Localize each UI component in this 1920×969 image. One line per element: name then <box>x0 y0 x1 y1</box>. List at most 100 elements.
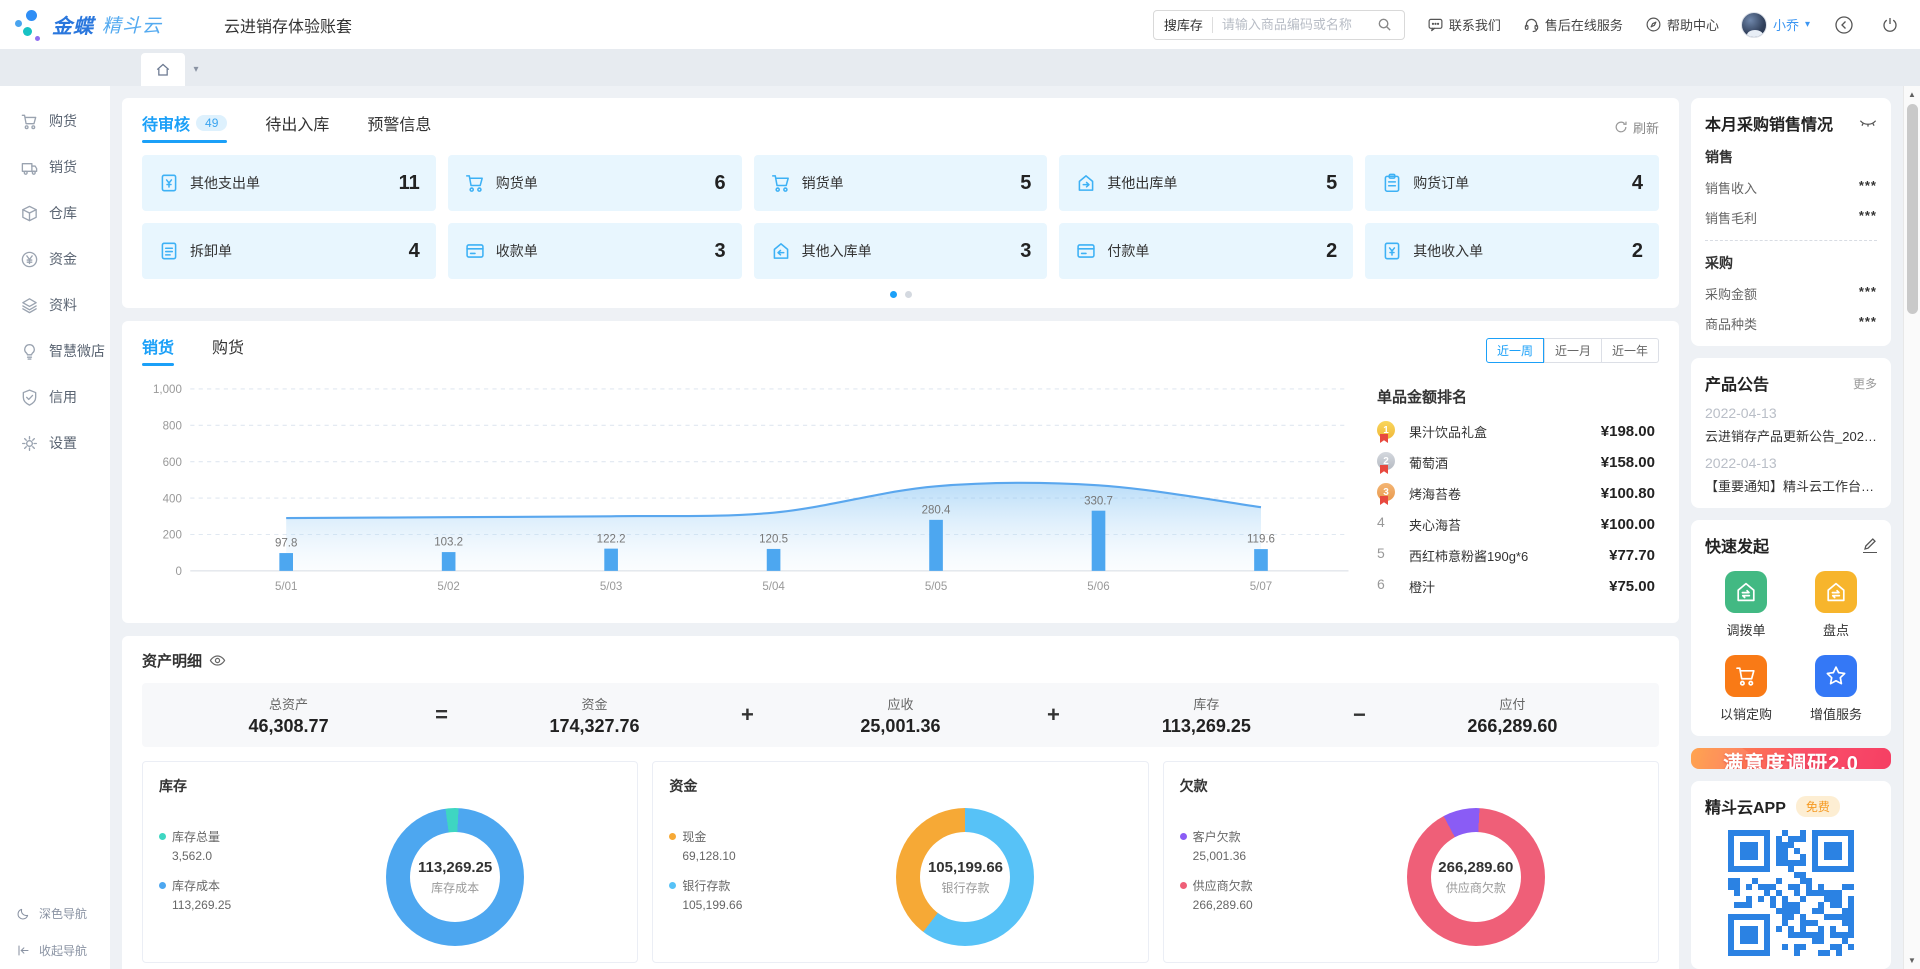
quick-action-增值服务[interactable]: 增值服务 <box>1810 655 1862 723</box>
range-button-近一月[interactable]: 近一月 <box>1544 338 1602 363</box>
quick-action-以销定购[interactable]: 以销定购 <box>1720 655 1772 723</box>
sidebar-item-信用[interactable]: 信用 <box>0 374 110 420</box>
sidebar-item-资金[interactable]: 资金 <box>0 236 110 282</box>
sidebar-item-销货[interactable]: 销货 <box>0 144 110 190</box>
inventory-search[interactable]: 搜库存 <box>1153 10 1405 40</box>
notices-more-link[interactable]: 更多 <box>1853 375 1877 392</box>
summary-总资产: 总资产46,308.77 <box>224 694 354 737</box>
pending-card-其他收入单[interactable]: 其他收入单2 <box>1365 223 1659 279</box>
legend-label: 库存成本 <box>172 877 220 894</box>
pending-card-拆卸单[interactable]: 拆卸单4 <box>142 223 436 279</box>
svg-text:5/07: 5/07 <box>1250 581 1272 593</box>
home-tab[interactable] <box>141 53 185 86</box>
monthly-row-商品种类: 商品种类*** <box>1705 314 1877 333</box>
header-link-3[interactable]: 帮助中心 <box>1645 15 1719 34</box>
doc-icon <box>158 240 180 262</box>
pending-card-购货订单[interactable]: 购货订单4 <box>1365 155 1659 211</box>
tab-预警信息[interactable]: 预警信息 <box>367 111 431 143</box>
user-menu[interactable]: 小乔 ▾ <box>1741 12 1810 38</box>
search-icon[interactable] <box>1376 16 1394 34</box>
edit-pencil-icon[interactable] <box>1863 537 1877 553</box>
scroll-down-icon[interactable]: ▼ <box>1904 952 1920 969</box>
quick-action-调拨单[interactable]: 调拨单 <box>1725 571 1767 639</box>
quick-action-盘点[interactable]: 盘点 <box>1815 571 1857 639</box>
pending-card-count: 2 <box>1632 240 1643 263</box>
donut-chart-库存[interactable]: 113,269.25库存成本 <box>386 808 524 946</box>
sidebar-footer-收起导航[interactable]: 收起导航 <box>0 932 110 969</box>
ranking-row[interactable]: 3烤海苔卷¥100.80 <box>1377 483 1655 503</box>
ranking-row[interactable]: 1果汁饮品礼盒¥198.00 <box>1377 421 1655 441</box>
pending-card-count: 2 <box>1326 240 1337 263</box>
cart-icon <box>1725 655 1767 697</box>
tab-销货[interactable]: 销货 <box>142 334 174 366</box>
donut-center: 113,269.25库存成本 <box>386 808 524 946</box>
range-button-近一年[interactable]: 近一年 <box>1602 338 1659 363</box>
pending-card-其他支出单[interactable]: 其他支出单11 <box>142 155 436 211</box>
bulb-icon <box>20 342 39 361</box>
donut-center-label: 供应商欠款 <box>1446 879 1506 896</box>
sidebar-item-仓库[interactable]: 仓库 <box>0 190 110 236</box>
pending-card-销货单[interactable]: 销货单5 <box>754 155 1048 211</box>
collapse-icon <box>16 943 31 958</box>
sidebar-item-智慧微店[interactable]: 智慧微店 <box>0 328 110 374</box>
legend-item: 客户欠款25,001.36 <box>1180 828 1310 863</box>
app-logo[interactable]: 金蝶 精斗云 <box>14 8 162 42</box>
svg-text:280.4: 280.4 <box>922 504 951 516</box>
tab-待出入库[interactable]: 待出入库 <box>265 111 329 143</box>
sidebar-item-购货[interactable]: 购货 <box>0 98 110 144</box>
app-qr-code <box>1705 830 1877 956</box>
page-dot-1[interactable] <box>890 291 897 298</box>
quick-actions-title: 快速发起 <box>1705 533 1769 557</box>
back-icon[interactable] <box>1832 13 1856 37</box>
pending-card-收款单[interactable]: 收款单3 <box>448 223 742 279</box>
range-button-近一周[interactable]: 近一周 <box>1486 338 1544 363</box>
ranking-item-amount: ¥77.70 <box>1609 547 1655 564</box>
sidebar-item-设置[interactable]: 设置 <box>0 420 110 466</box>
ranking-row[interactable]: 4夹心海苔¥100.00 <box>1377 514 1655 534</box>
legend-dot <box>669 882 676 889</box>
pending-card-count: 5 <box>1020 172 1031 195</box>
ranking-row[interactable]: 5西红柿意粉酱190g*6¥77.70 <box>1377 545 1655 565</box>
monthly-row-label: 销售收入 <box>1705 178 1757 197</box>
header-link-1[interactable]: 联系我们 <box>1427 15 1501 34</box>
page-scrollbar[interactable]: ▲ ▼ <box>1903 86 1920 969</box>
pending-card-其他入库单[interactable]: 其他入库单3 <box>754 223 1048 279</box>
scroll-up-icon[interactable]: ▲ <box>1904 86 1920 103</box>
avatar[interactable] <box>1741 12 1767 38</box>
house-swap-icon <box>1815 571 1857 613</box>
svg-text:103.2: 103.2 <box>434 537 463 549</box>
donut-chart-欠款[interactable]: 266,289.60供应商欠款 <box>1407 808 1545 946</box>
donut-chart-资金[interactable]: 105,199.66银行存款 <box>896 808 1034 946</box>
monthly-row-value: *** <box>1859 208 1877 227</box>
tab-待审核[interactable]: 待审核49 <box>142 111 227 143</box>
search-scope-label[interactable]: 搜库存 <box>1164 15 1203 34</box>
pending-card-其他出库单[interactable]: 其他出库单5 <box>1059 155 1353 211</box>
header-link-2[interactable]: 售后在线服务 <box>1523 15 1623 34</box>
eye-icon[interactable] <box>209 652 226 669</box>
notice-link[interactable]: 云进销存产品更新公告_20220... <box>1705 426 1877 445</box>
sidebar-footer-深色导航[interactable]: 深色导航 <box>0 895 110 932</box>
eye-closed-icon[interactable] <box>1859 117 1877 129</box>
notice-link[interactable]: 【重要通知】精斗云工作台域... <box>1705 476 1877 495</box>
sales-trend-chart[interactable]: 02004006008001,00097.85/01103.25/02122.2… <box>142 372 1359 615</box>
page-dot-2[interactable] <box>905 291 912 298</box>
pending-card-付款单[interactable]: 付款单2 <box>1059 223 1353 279</box>
divider <box>1705 240 1877 241</box>
legend-value: 69,128.10 <box>682 849 799 863</box>
search-input[interactable] <box>1222 17 1376 32</box>
tab-dropdown-caret[interactable]: ▾ <box>185 53 207 86</box>
workspace-tabbar: ▾ <box>0 49 1920 86</box>
refresh-button[interactable]: 刷新 <box>1614 118 1659 137</box>
pending-card-购货单[interactable]: 购货单6 <box>448 155 742 211</box>
tab-购货[interactable]: 购货 <box>212 334 244 366</box>
scroll-thumb[interactable] <box>1907 104 1918 314</box>
monthly-row-销售收入: 销售收入*** <box>1705 178 1877 197</box>
survey-banner[interactable]: 精斗云新版首页 满意度调研2.0 全新首页已到来 期待收到您的反馈 <box>1691 748 1891 769</box>
ranking-row[interactable]: 2葡萄酒¥158.00 <box>1377 452 1655 472</box>
sidebar-item-资料[interactable]: 资料 <box>0 282 110 328</box>
ranking-row[interactable]: 6橙汁¥75.00 <box>1377 576 1655 596</box>
quick-action-label: 调拨单 <box>1726 620 1765 639</box>
power-icon[interactable] <box>1878 13 1902 37</box>
ranking-item-amount: ¥158.00 <box>1601 454 1655 471</box>
legend-value: 25,001.36 <box>1193 849 1310 863</box>
